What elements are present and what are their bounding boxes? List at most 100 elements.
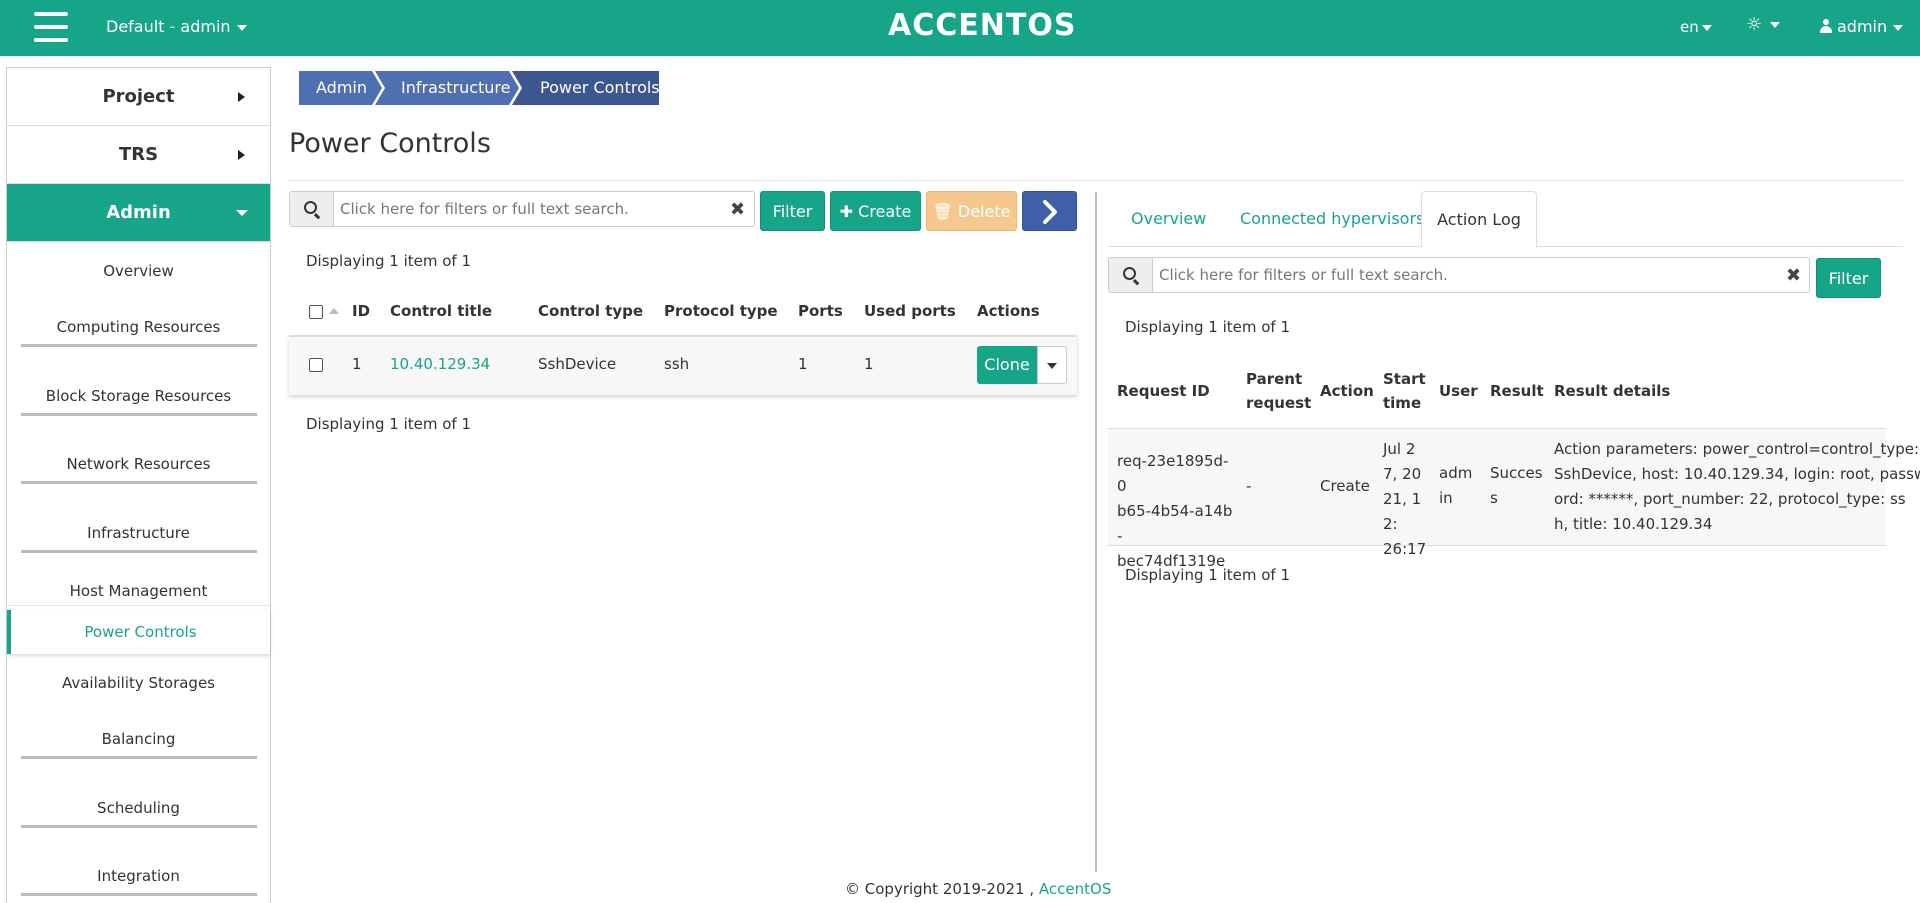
sidebar-item-balancing[interactable]: Balancing: [7, 724, 270, 759]
clone-button[interactable]: Clone: [977, 346, 1037, 384]
sidebar-item-label: Block Storage Resources: [45, 387, 232, 405]
chevron-right-icon: [238, 92, 245, 102]
cell-control-type: SshDevice: [538, 355, 617, 373]
sidebar-item-label: Infrastructure: [87, 524, 190, 542]
column-header-ports[interactable]: Ports: [798, 302, 843, 320]
cell-used-ports: 1: [864, 355, 874, 373]
action-log-display-count-bottom: Displaying 1 item of 1: [1125, 566, 1290, 584]
sidebar-item-computing-resources[interactable]: Computing Resources: [7, 312, 270, 347]
delete-button[interactable]: 🗑 Delete: [926, 191, 1017, 231]
logo: ACCENTOS: [888, 8, 1077, 43]
column-header-start-line2: time: [1383, 394, 1422, 412]
sidebar-item-label: Balancing: [101, 730, 176, 748]
sidebar-item-label: Host Management: [69, 582, 208, 600]
column-header-result[interactable]: Result: [1490, 379, 1544, 403]
sort-icon[interactable]: [329, 308, 339, 314]
expand-panel-button[interactable]: [1022, 191, 1077, 231]
column-header-control-type[interactable]: Control type: [538, 302, 643, 320]
cell-request-id-line: req-23e1895d-0: [1117, 452, 1229, 495]
column-header-parent-request[interactable]: Parent request: [1246, 367, 1311, 415]
theme-switcher[interactable]: ☼: [1746, 14, 1781, 35]
search-field[interactable]: ✖: [289, 191, 755, 227]
chevron-down-icon: [1701, 24, 1712, 31]
cell-result-details-line: Action parameters: power_control=control…: [1554, 440, 1920, 458]
column-header-start-line1: Start: [1383, 370, 1426, 388]
copyright-text: © Copyright 2019-2021 ,: [845, 880, 1035, 898]
menu-icon[interactable]: [34, 12, 68, 42]
project-switcher[interactable]: Default - admin: [106, 17, 247, 36]
breadcrumb-item-power-controls: Power Controls: [540, 78, 660, 97]
column-header-id[interactable]: ID: [352, 302, 370, 320]
footer-link[interactable]: AccentOS: [1039, 880, 1111, 898]
select-all-checkbox[interactable]: [309, 305, 323, 319]
user-icon: [1820, 19, 1832, 33]
sidebar-item-integration[interactable]: Integration: [7, 861, 270, 896]
display-count-top: Displaying 1 item of 1: [306, 252, 471, 270]
column-header-user[interactable]: User: [1439, 379, 1478, 403]
cell-start-time: Jul 2 7, 20 21, 12: 26:17: [1383, 437, 1435, 562]
sidebar-section-project[interactable]: Project: [7, 68, 270, 126]
cell-control-title-link[interactable]: 10.40.129.34: [390, 355, 490, 373]
sidebar-item-host-management[interactable]: Host Management: [7, 576, 270, 606]
plus-icon: ✚: [839, 202, 854, 221]
divider: [21, 550, 257, 553]
column-header-start-time[interactable]: Start time: [1383, 367, 1426, 415]
display-count-bottom: Displaying 1 item of 1: [306, 415, 471, 433]
sidebar-section-label: TRS: [118, 144, 159, 165]
sidebar-item-power-controls[interactable]: Power Controls: [7, 610, 270, 654]
sidebar-item-availability-storages[interactable]: Availability Storages: [7, 668, 270, 698]
cell-start-time-line: 7, 20: [1383, 465, 1422, 483]
search-icon: [1123, 267, 1136, 280]
cell-action: Create: [1320, 477, 1370, 495]
cell-parent-request: -: [1246, 477, 1252, 495]
action-log-search-input[interactable]: [1159, 260, 1779, 290]
action-log-search-field[interactable]: ✖: [1108, 257, 1810, 293]
action-log-filter-button[interactable]: Filter: [1816, 258, 1881, 298]
sidebar-item-block-storage-resources[interactable]: Block Storage Resources: [7, 381, 270, 416]
trash-icon: 🗑: [932, 202, 953, 221]
sidebar-item-label: Overview: [103, 262, 174, 280]
language-label: en: [1680, 18, 1699, 36]
sidebar-item-network-resources[interactable]: Network Resources: [7, 449, 270, 484]
column-header-control-title[interactable]: Control title: [390, 302, 492, 320]
sidebar-item-overview[interactable]: Overview: [7, 256, 270, 286]
cell-start-time-line: 26:17: [1383, 540, 1427, 558]
user-menu[interactable]: admin: [1820, 17, 1904, 36]
divider: [21, 893, 257, 896]
tab-action-log[interactable]: Action Log: [1421, 191, 1537, 248]
row-actions-dropdown[interactable]: [1037, 346, 1067, 384]
chevron-down-icon: [1893, 24, 1904, 31]
sidebar-section-trs[interactable]: TRS: [7, 126, 270, 184]
row-checkbox[interactable]: [309, 358, 323, 372]
column-header-used-ports[interactable]: Used ports: [864, 302, 956, 320]
sidebar-item-scheduling[interactable]: Scheduling: [7, 793, 270, 828]
project-label: Default - admin: [106, 17, 231, 36]
panel-divider[interactable]: [1095, 192, 1097, 872]
filter-button[interactable]: Filter: [760, 191, 825, 231]
sidebar-item-infrastructure[interactable]: Infrastructure: [7, 518, 270, 553]
search-input[interactable]: [340, 194, 720, 224]
tab-overview[interactable]: Overview: [1131, 191, 1206, 247]
sidebar-item-label: Power Controls: [84, 623, 197, 641]
column-header-request-id[interactable]: Request ID: [1117, 379, 1210, 403]
breadcrumb-item-infrastructure[interactable]: Infrastructure: [401, 71, 510, 105]
clear-icon[interactable]: ✖: [1786, 265, 1801, 286]
sidebar-item-label: Integration: [97, 867, 180, 885]
chevron-right-icon: [238, 150, 245, 160]
cell-user-line: in: [1439, 489, 1453, 507]
create-button[interactable]: ✚ Create: [830, 191, 921, 231]
clear-icon[interactable]: ✖: [730, 199, 745, 220]
column-header-action[interactable]: Action: [1320, 379, 1374, 403]
column-header-protocol-type[interactable]: Protocol type: [664, 302, 778, 320]
user-name: admin: [1837, 17, 1888, 36]
cell-request-id: req-23e1895d-0 b65-4b54-a14b- bec74df131…: [1117, 449, 1237, 574]
cell-result: Succes s: [1490, 461, 1543, 511]
cell-request-id-line: b65-4b54-a14b-: [1117, 502, 1233, 545]
tab-connected-hypervisors[interactable]: Connected hypervisors: [1240, 191, 1424, 247]
language-switcher[interactable]: en: [1680, 18, 1712, 36]
breadcrumb-item-admin[interactable]: Admin: [316, 71, 367, 105]
sun-icon: ☼: [1746, 14, 1763, 35]
sidebar-item-label: Scheduling: [97, 799, 180, 817]
column-header-result-details[interactable]: Result details: [1554, 379, 1670, 403]
sidebar-section-admin[interactable]: Admin: [7, 184, 270, 242]
